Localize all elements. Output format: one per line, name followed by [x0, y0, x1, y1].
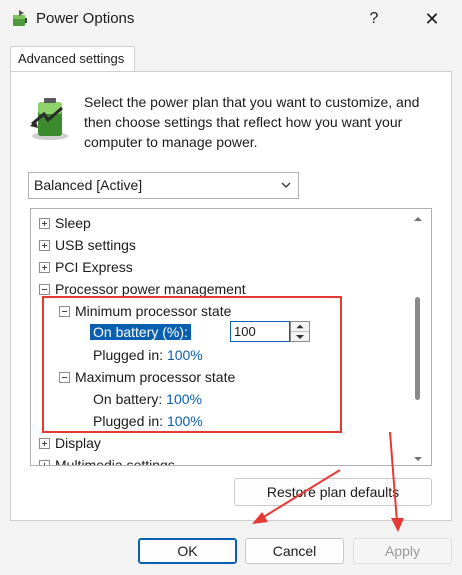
- window-title: Power Options: [36, 10, 135, 27]
- power-plan-select[interactable]: Balanced [Active]: [28, 172, 299, 199]
- apply-button[interactable]: Apply: [353, 538, 452, 564]
- expand-plus-icon[interactable]: [39, 262, 50, 273]
- help-button[interactable]: ?: [360, 6, 388, 32]
- tree-item-label: Display: [55, 435, 101, 451]
- tab-advanced-settings[interactable]: Advanced settings: [10, 46, 135, 72]
- restore-plan-defaults-button[interactable]: Restore plan defaults: [234, 478, 432, 506]
- power-options-icon: [13, 10, 27, 26]
- tree-item-label: Sleep: [55, 215, 91, 231]
- expand-plus-icon[interactable]: [39, 240, 50, 251]
- cancel-button[interactable]: Cancel: [245, 538, 344, 564]
- plan-description: Select the power plan that you want to c…: [84, 94, 420, 150]
- settings-tree[interactable]: Sleep USB settings PCI Express Processor…: [30, 208, 432, 466]
- battery-plan-icon: [30, 98, 68, 140]
- expand-plus-icon[interactable]: [39, 218, 50, 229]
- collapse-minus-icon[interactable]: [39, 284, 50, 295]
- power-plan-select-value: Balanced [Active]: [34, 177, 143, 193]
- expand-plus-icon[interactable]: [39, 438, 50, 449]
- scroll-up-icon[interactable]: [413, 215, 423, 223]
- title-bar: Power Options ? ✕: [0, 0, 462, 38]
- tree-item-label: PCI Express: [55, 259, 133, 275]
- scroll-down-icon[interactable]: [413, 455, 423, 463]
- close-button[interactable]: ✕: [418, 6, 446, 32]
- tree-item-label: Multimedia settings: [55, 457, 175, 466]
- chevron-down-icon: [281, 182, 291, 188]
- tree-item-label: USB settings: [55, 237, 136, 253]
- tree-scrollbar-thumb[interactable]: [415, 297, 420, 400]
- expand-plus-icon[interactable]: [39, 460, 50, 465]
- ok-button[interactable]: OK: [138, 538, 237, 564]
- annotation-highlight-box: [42, 296, 342, 433]
